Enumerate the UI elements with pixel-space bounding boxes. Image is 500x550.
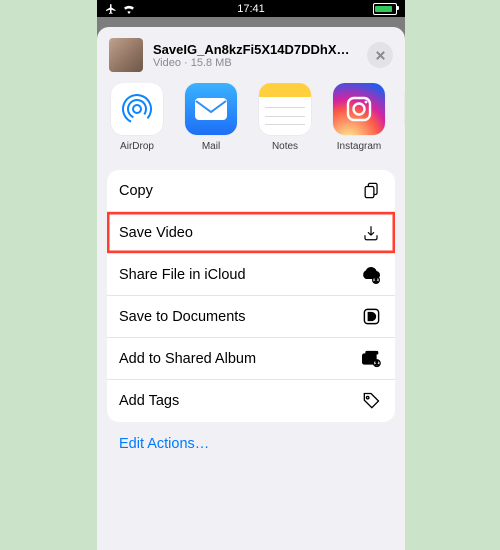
action-label: Copy <box>119 183 153 199</box>
action-copy[interactable]: Copy <box>107 170 395 212</box>
share-sheet: SaveIG_An8kzFi5X14D7DDhXM... Video · 15.… <box>97 27 405 550</box>
app-notes[interactable]: Notes <box>257 83 313 152</box>
status-right <box>373 3 397 15</box>
shared-album-icon <box>361 349 381 369</box>
instagram-icon <box>333 83 385 135</box>
documents-icon <box>361 307 381 327</box>
action-label: Save Video <box>119 225 193 241</box>
file-header: SaveIG_An8kzFi5X14D7DDhXM... Video · 15.… <box>97 27 405 83</box>
action-share-icloud[interactable]: Share File in iCloud <box>107 254 395 296</box>
action-save-video[interactable]: Save Video <box>107 212 395 254</box>
edit-actions-link[interactable]: Edit Actions… <box>97 422 405 466</box>
share-apps-row: AirDrop Mail Notes <box>97 83 405 170</box>
notes-icon <box>259 83 311 135</box>
action-save-documents[interactable]: Save to Documents <box>107 296 395 338</box>
wifi-icon <box>122 4 136 14</box>
action-add-tags[interactable]: Add Tags <box>107 380 395 422</box>
airdrop-icon <box>111 83 163 135</box>
close-button[interactable] <box>367 42 393 68</box>
app-label: Instagram <box>337 141 381 152</box>
file-subtitle: Video · 15.8 MB <box>153 57 357 69</box>
action-label: Share File in iCloud <box>119 267 246 283</box>
app-mail[interactable]: Mail <box>183 83 239 152</box>
mail-icon <box>185 83 237 135</box>
copy-icon <box>361 181 381 201</box>
tag-icon <box>361 391 381 411</box>
status-bar: 17:41 <box>97 0 405 17</box>
app-label: AirDrop <box>120 141 154 152</box>
action-label: Save to Documents <box>119 309 246 325</box>
app-instagram[interactable]: Instagram <box>331 83 387 152</box>
actions-list: Copy Save Video Share File in iCloud Sav… <box>107 170 395 422</box>
battery-icon <box>373 3 397 15</box>
app-airdrop[interactable]: AirDrop <box>109 83 165 152</box>
app-label: Mail <box>202 141 220 152</box>
app-label: Notes <box>272 141 298 152</box>
action-label: Add Tags <box>119 393 179 409</box>
file-thumbnail <box>109 38 143 72</box>
action-label: Add to Shared Album <box>119 351 256 367</box>
phone-frame: 17:41 SaveIG_An8kzFi5X14D7DDhXM... Video… <box>97 0 405 550</box>
status-left <box>105 3 136 15</box>
action-shared-album[interactable]: Add to Shared Album <box>107 338 395 380</box>
file-meta: SaveIG_An8kzFi5X14D7DDhXM... Video · 15.… <box>153 42 357 69</box>
status-time: 17:41 <box>237 3 265 15</box>
download-icon <box>361 223 381 243</box>
file-name: SaveIG_An8kzFi5X14D7DDhXM... <box>153 42 357 57</box>
airplane-icon <box>105 3 117 15</box>
icloud-share-icon <box>361 265 381 285</box>
